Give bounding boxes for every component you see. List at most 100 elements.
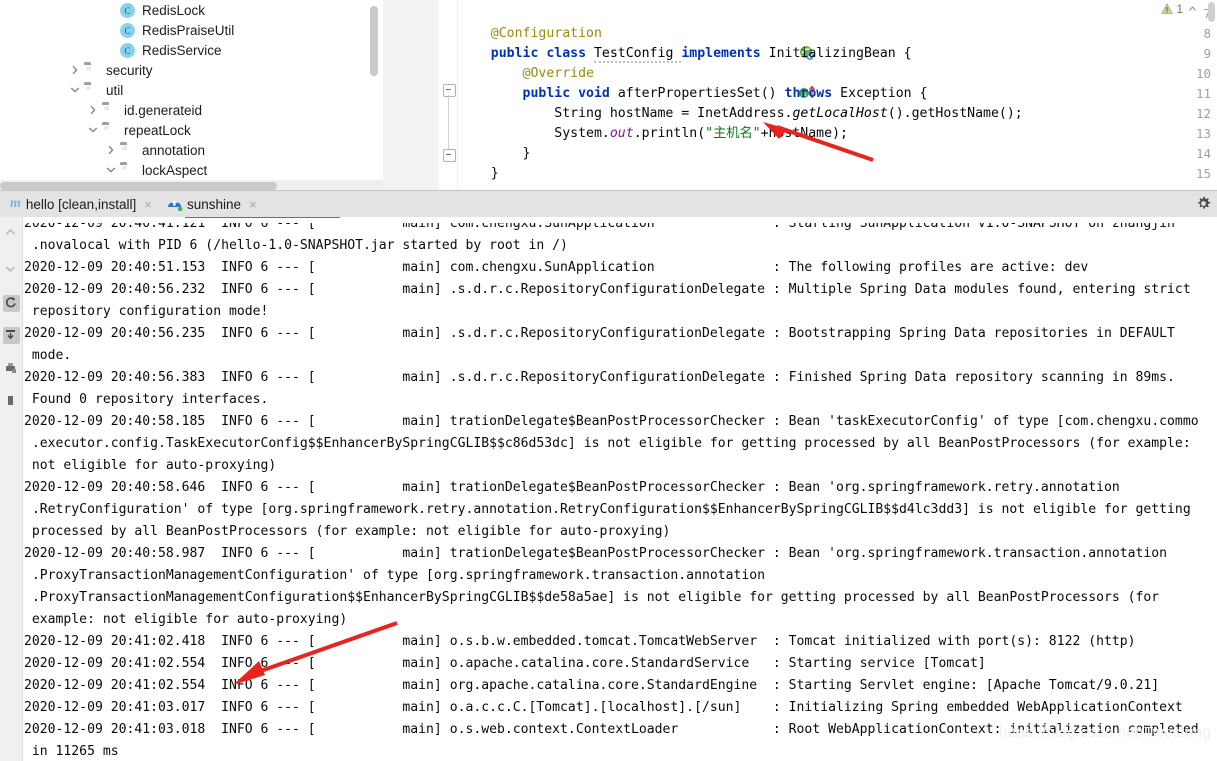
code-token: Exception { — [840, 86, 928, 101]
code-token: System. — [459, 126, 610, 141]
code-line[interactable]: public void afterPropertiesSet() throws … — [459, 84, 928, 104]
code-line[interactable]: } — [459, 164, 499, 184]
chevron-right-icon[interactable] — [86, 103, 100, 117]
project-tree-vertical-scrollbar[interactable] — [370, 6, 378, 76]
tree-item-lockaspect[interactable]: lockAspect — [104, 160, 207, 180]
console-line: 2020-12-09 20:41:02.418 INFO 6 --- [ mai… — [24, 634, 1136, 649]
console-line: mode. — [24, 348, 72, 363]
project-tree-horizontal-scrollbar[interactable] — [0, 182, 277, 190]
tree-item-label: RedisService — [142, 42, 222, 58]
console-line: 2020-12-09 20:40:56.232 INFO 6 --- [ mai… — [24, 282, 1191, 297]
tree-item-label: RedisPraiseUtil — [142, 22, 235, 38]
code-line[interactable]: @Override — [459, 64, 594, 84]
folder-icon — [84, 62, 100, 78]
console-toolbar[interactable] — [0, 217, 23, 761]
warning-count: 1 — [1176, 2, 1183, 16]
chevron-down-icon[interactable] — [104, 163, 118, 177]
chevron-right-icon[interactable] — [104, 143, 118, 157]
code-token: out — [609, 126, 634, 141]
rerun-icon[interactable] — [3, 295, 20, 312]
console-line: .ProxyTransactionManagementConfiguration… — [24, 568, 766, 583]
soft-wrap-icon[interactable] — [3, 327, 20, 344]
folder-icon — [102, 102, 118, 118]
inspection-warning-indicator[interactable]: 1 — [1161, 2, 1197, 16]
code-token: +hostName); — [760, 126, 848, 141]
code-line[interactable]: String hostName = InetAddress.getLocalHo… — [459, 104, 1023, 124]
chevron-right-icon[interactable] — [68, 63, 82, 77]
tree-item-label: repeatLock — [124, 122, 191, 138]
tree-item-redisservice[interactable]: C RedisService — [104, 40, 222, 60]
code-token: } — [459, 146, 531, 161]
console-line: example: not eligible for auto-proxying) — [24, 612, 348, 627]
project-tree-panel[interactable]: C RedisLock C RedisPraiseUtil C RedisService s… — [0, 0, 383, 190]
tree-item-id-generateid[interactable]: id.generateid — [86, 100, 202, 120]
code-token: .println( — [633, 126, 706, 141]
console-line: 2020-12-09 20:40:56.235 INFO 6 --- [ mai… — [24, 326, 1175, 341]
console-line: 2020-12-09 20:40:58.646 INFO 6 --- [ mai… — [24, 480, 1120, 495]
close-icon[interactable]: × — [144, 197, 152, 212]
scroll-up-icon[interactable] — [3, 225, 20, 242]
fold-range-line — [448, 95, 449, 151]
tab-sunshine[interactable]: sunshine × — [160, 191, 263, 219]
console-line: .executor.config.TaskExecutorConfig$$Enh… — [24, 436, 1191, 451]
clear-all-icon[interactable] — [3, 393, 20, 410]
run-console[interactable]: 2020-12-09 20:40:41.121 INFO 6 --- [ mai… — [0, 217, 1217, 761]
tree-item-security[interactable]: security — [68, 60, 153, 80]
watermark: https://blog.csdn.net/Twostring — [999, 724, 1211, 741]
tree-item-redislock[interactable]: C RedisLock — [104, 0, 205, 20]
folder-icon — [120, 142, 136, 158]
code-editor[interactable]: 7891011m12131415 @Configuration public c… — [383, 0, 1217, 190]
code-line[interactable]: @Configuration — [459, 24, 602, 44]
code-token: throws — [784, 86, 841, 101]
console-output[interactable]: 2020-12-09 20:40:41.121 INFO 6 --- [ mai… — [24, 217, 1217, 761]
print-icon[interactable] — [3, 360, 20, 377]
tree-item-redispraiseutil[interactable]: C RedisPraiseUtil — [104, 20, 234, 40]
editor-gutter[interactable] — [383, 0, 440, 190]
tab-hello-clean-install[interactable]: m hello [clean,install] × — [4, 191, 158, 217]
console-line: .novalocal with PID 6 (/hello-1.0-SNAPSH… — [24, 238, 568, 253]
console-line: 2020-12-09 20:40:58.987 INFO 6 --- [ mai… — [24, 546, 1168, 561]
editor-code-area[interactable]: @Configuration public class TestConfig i… — [459, 0, 1217, 190]
run-tool-window-tabbar[interactable]: m hello [clean,install] × sunshine × — [0, 190, 1217, 219]
tree-item-util[interactable]: util — [68, 80, 123, 100]
code-token: afterPropertiesSet() — [617, 86, 785, 101]
tab-label: hello [clean,install] — [25, 196, 137, 212]
java-class-icon: C — [120, 42, 136, 58]
gear-icon[interactable] — [1195, 195, 1213, 213]
console-line: .ProxyTransactionManagementConfiguration… — [24, 590, 1160, 605]
tree-item-label: util — [106, 82, 124, 98]
code-token: public void — [522, 86, 618, 101]
tree-item-annotation[interactable]: annotation — [104, 140, 205, 160]
code-token: ().getHostName(); — [887, 106, 1023, 121]
scroll-down-icon[interactable] — [3, 261, 20, 278]
tree-item-label: lockAspect — [142, 162, 208, 178]
console-line: not eligible for auto-proxying) — [24, 458, 277, 473]
fold-marker-method-end[interactable] — [443, 149, 456, 162]
chevron-down-icon[interactable] — [86, 123, 100, 137]
code-token: @Configuration — [490, 26, 602, 41]
console-line: .RetryConfiguration' of type [org.spring… — [24, 502, 1191, 517]
chevron-down-icon[interactable] — [68, 83, 82, 97]
tree-item-label: id.generateid — [124, 102, 203, 118]
editor-vertical-scrollbar[interactable] — [1208, 2, 1215, 22]
console-line: in 11265 ms — [24, 744, 119, 759]
tree-item-repeatlock[interactable]: repeatLock — [86, 120, 191, 140]
code-line[interactable]: public class TestConfig implements Initi… — [459, 44, 912, 64]
code-line[interactable]: System.out.println("主机名"+hostName); — [459, 124, 848, 144]
code-token: implements — [681, 46, 769, 61]
fold-marker-method[interactable] — [443, 84, 456, 97]
code-token: getLocalHost — [792, 106, 888, 121]
maven-icon: m — [10, 196, 21, 211]
console-line: 2020-12-09 20:40:58.185 INFO 6 --- [ mai… — [24, 414, 1199, 429]
chevron-up-icon — [1189, 6, 1196, 11]
code-line[interactable]: } — [459, 144, 531, 164]
close-icon[interactable]: × — [249, 197, 257, 212]
tree-item-label: security — [106, 62, 153, 78]
tree-item-label: RedisLock — [142, 2, 206, 18]
